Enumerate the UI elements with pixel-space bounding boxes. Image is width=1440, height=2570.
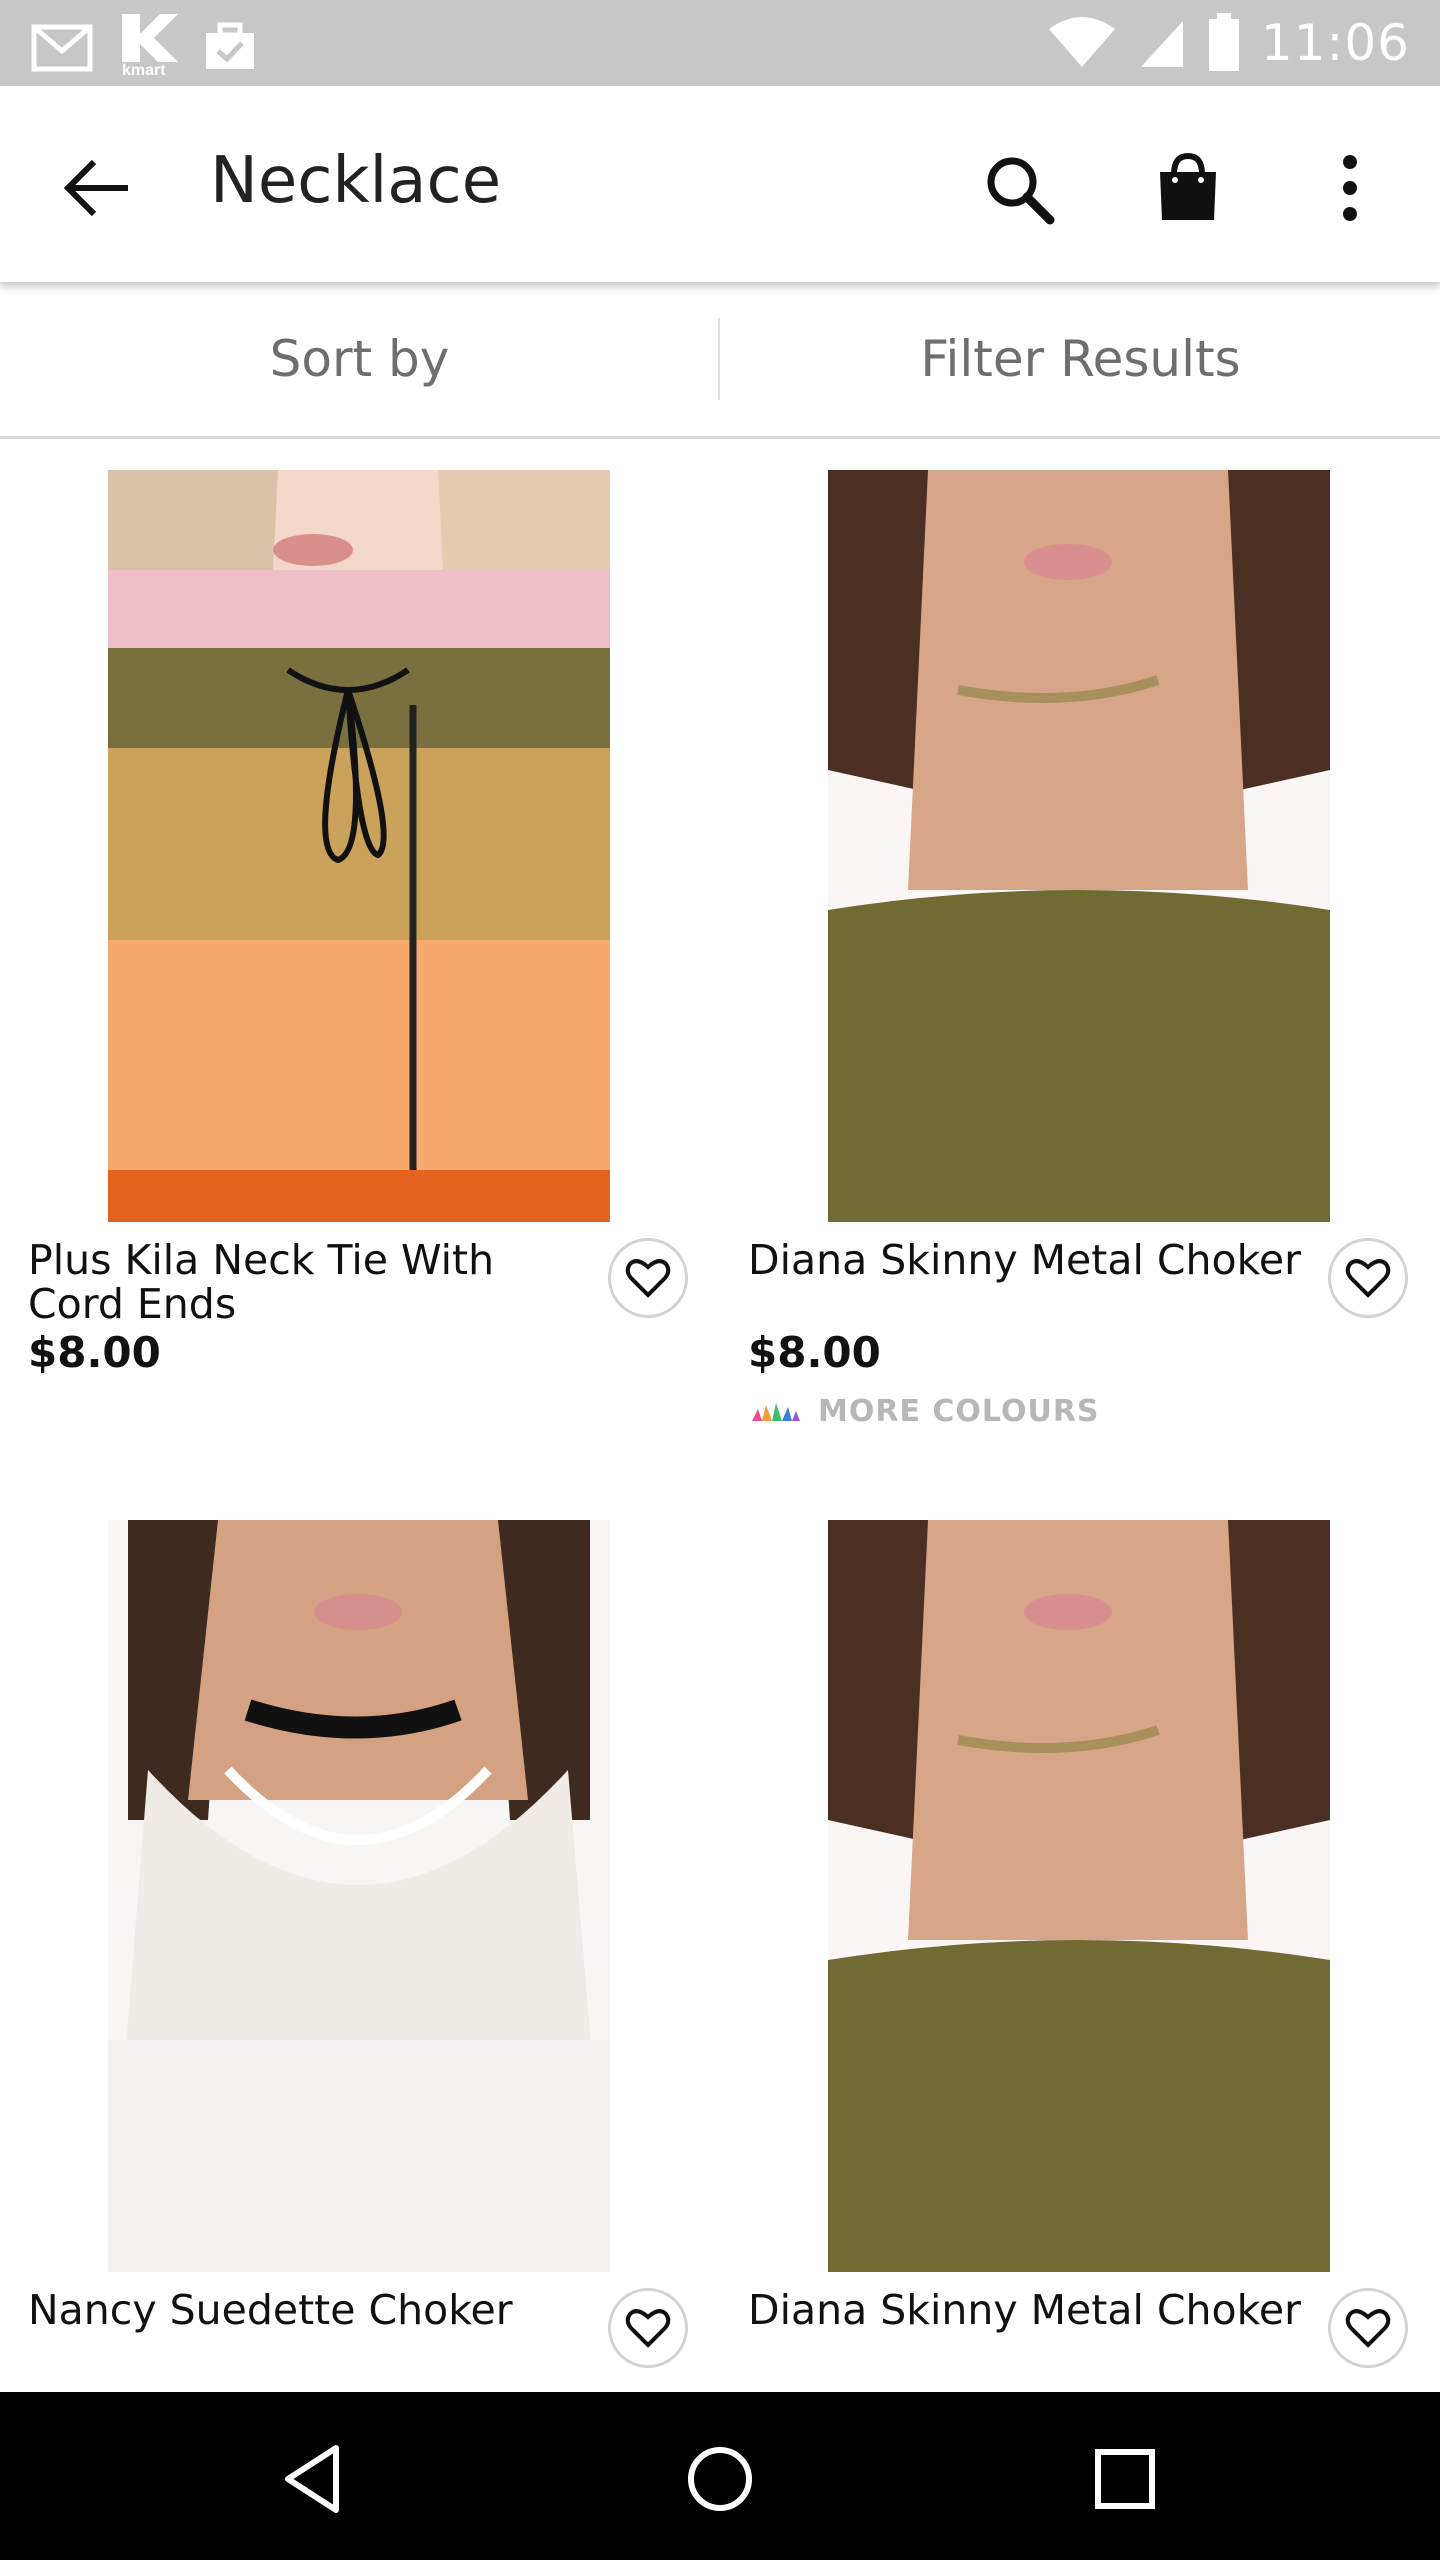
colour-swatch-icon: [752, 1402, 800, 1421]
divider: [718, 318, 720, 400]
system-icons: 11:06: [1047, 0, 1410, 86]
product-card[interactable]: Plus Kila Neck Tie With Cord Ends $8.00: [0, 470, 720, 1520]
product-price: $8.00: [28, 1328, 161, 1377]
wishlist-button[interactable]: [1328, 2288, 1408, 2368]
navigation-bar: [0, 2392, 1440, 2560]
heart-icon: [1345, 1259, 1391, 1298]
cell-signal-icon: [1140, 21, 1183, 67]
product-name[interactable]: Nancy Suedette Choker: [28, 2288, 588, 2332]
search-icon[interactable]: [980, 150, 1060, 230]
product-image[interactable]: [108, 1520, 610, 2272]
wishlist-button[interactable]: [1328, 1238, 1408, 1318]
product-name[interactable]: Diana Skinny Metal Choker: [748, 2288, 1308, 2332]
back-arrow-icon[interactable]: [58, 148, 138, 228]
page-title: Necklace: [210, 144, 502, 218]
sort-by-button[interactable]: Sort by: [0, 282, 719, 436]
app-bar: Necklace: [0, 86, 1440, 282]
wishlist-button[interactable]: [608, 1238, 688, 1318]
notification-icons: kmart: [30, 12, 258, 82]
heart-icon: [625, 2309, 671, 2348]
product-image[interactable]: [828, 470, 1330, 1222]
more-options-icon[interactable]: [1320, 148, 1380, 228]
wishlist-button[interactable]: [608, 2288, 688, 2368]
product-name[interactable]: Diana Skinny Metal Choker: [748, 1238, 1308, 1282]
clock: 11:06: [1260, 14, 1410, 72]
wifi-icon: [1048, 17, 1115, 67]
product-image[interactable]: [108, 470, 610, 1222]
filter-results-button[interactable]: Filter Results: [721, 282, 1440, 436]
more-colours-label: MORE COLOURS: [818, 1394, 1100, 1429]
home-circle-icon[interactable]: [675, 2434, 765, 2524]
gmail-icon: [31, 24, 93, 72]
shopping-bag-icon[interactable]: [1148, 148, 1228, 228]
more-colours-link[interactable]: MORE COLOURS: [748, 1394, 1100, 1429]
status-bar: kmart 11:06: [0, 0, 1440, 86]
heart-icon: [1345, 2309, 1391, 2348]
product-card[interactable]: Diana Skinny Metal Choker $8.00 MORE COL…: [720, 470, 1440, 1520]
kmart-caption: kmart: [122, 62, 166, 79]
back-triangle-icon[interactable]: [270, 2434, 360, 2524]
product-name[interactable]: Plus Kila Neck Tie With Cord Ends: [28, 1238, 588, 1326]
kmart-icon: kmart: [116, 12, 180, 82]
product-image[interactable]: [828, 1520, 1330, 2272]
heart-icon: [625, 1259, 671, 1298]
battery-icon: [1208, 13, 1239, 71]
product-price: $8.00: [748, 1328, 881, 1377]
recents-square-icon[interactable]: [1080, 2434, 1170, 2524]
briefcase-check-icon: [206, 22, 254, 69]
sort-filter-bar: Sort by Filter Results: [0, 282, 1440, 439]
